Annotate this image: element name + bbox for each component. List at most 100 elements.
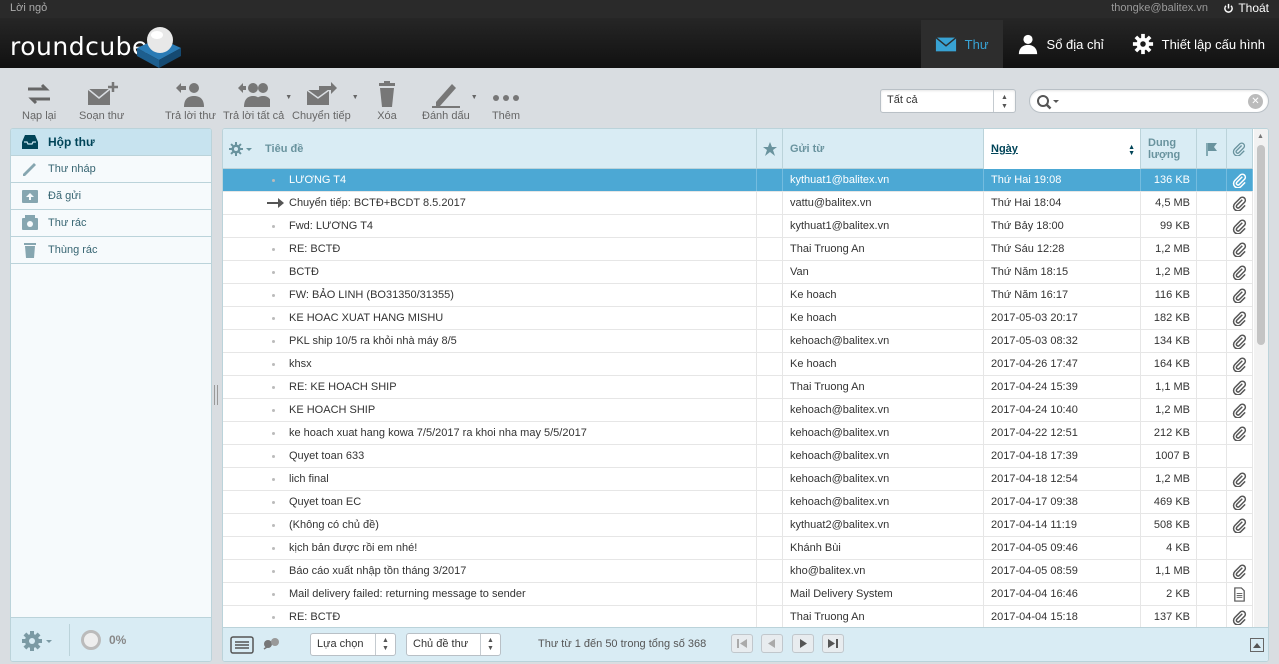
select-menu[interactable]: Lựa chọn ▲ ▼ <box>310 633 396 656</box>
message-subject[interactable]: Chuyển tiếp: BCTĐ+BCDT 8.5.2017 <box>223 192 757 214</box>
last-page-button[interactable] <box>822 634 844 653</box>
message-flag-cell[interactable] <box>757 192 783 214</box>
table-row[interactable]: Báo cáo xuất nhập tồn tháng 3/2017 kho@ba… <box>223 560 1253 583</box>
message-flag-status[interactable] <box>1197 169 1227 191</box>
folder-junk[interactable]: Thư rác <box>11 210 211 237</box>
message-flag-status[interactable] <box>1197 537 1227 559</box>
message-flag-cell[interactable] <box>757 307 783 329</box>
list-view-icon[interactable] <box>230 636 254 654</box>
message-flag-status[interactable] <box>1197 307 1227 329</box>
column-flag[interactable] <box>1197 129 1227 169</box>
message-subject[interactable]: PKL ship 10/5 ra khỏi nhà máy 8/5 <box>223 330 757 352</box>
message-subject[interactable]: Mail delivery failed: returning message … <box>223 583 757 605</box>
compose-button[interactable]: Soạn thư <box>79 80 124 122</box>
column-attachment[interactable] <box>1227 129 1253 169</box>
table-row[interactable]: RE: BCTĐ Thai Truong An Thứ Sáu 12:28 1,2 M… <box>223 238 1253 261</box>
message-flag-status[interactable] <box>1197 238 1227 260</box>
message-subject[interactable]: Fwd: LƯƠNG T4 <box>223 215 757 237</box>
message-flag-status[interactable] <box>1197 284 1227 306</box>
message-flag-status[interactable] <box>1197 399 1227 421</box>
message-subject[interactable]: KE HOAC XUAT HANG MISHU <box>223 307 757 329</box>
table-row[interactable]: RE: KE HOACH SHIP Thai Truong An 2017-04-2… <box>223 376 1253 399</box>
scroll-up-icon[interactable]: ▲ <box>1257 133 1264 140</box>
message-flag-cell[interactable] <box>757 583 783 605</box>
clear-search-icon[interactable]: ✕ <box>1248 94 1263 109</box>
message-flag-cell[interactable] <box>757 169 783 191</box>
message-flag-cell[interactable] <box>757 376 783 398</box>
column-subject[interactable]: Tiêu đề <box>223 129 757 169</box>
message-flag-status[interactable] <box>1197 491 1227 513</box>
table-row[interactable]: BCTĐ Van Thứ Năm 18:15 1,2 MB <box>223 261 1253 284</box>
message-subject[interactable]: RE: BCTĐ <box>223 606 757 628</box>
message-subject[interactable]: kịch bản được rồi em nhé! <box>223 537 757 559</box>
message-flag-cell[interactable] <box>757 353 783 375</box>
logout-button[interactable]: Thoát <box>1223 1 1269 15</box>
message-flag-status[interactable] <box>1197 261 1227 283</box>
filter-select[interactable]: Tất cả ▲ ▼ <box>880 89 1016 113</box>
message-flag-cell[interactable] <box>757 238 783 260</box>
table-row[interactable]: Quyet toan 633 kehoach@balitex.vn 2017-04-… <box>223 445 1253 468</box>
mark-button[interactable]: Đánh dấu ▼ <box>422 80 478 122</box>
message-flag-cell[interactable] <box>757 399 783 421</box>
table-row[interactable]: Quyet toan EC kehoach@balitex.vn 2017-04-1… <box>223 491 1253 514</box>
first-page-button[interactable] <box>731 634 753 653</box>
message-flag-status[interactable] <box>1197 445 1227 467</box>
table-row[interactable]: FW: BẢO LINH (BO31350/31355) Ke hoach Thứ … <box>223 284 1253 307</box>
table-row[interactable]: lich final kehoach@balitex.vn 2017-04-18 1… <box>223 468 1253 491</box>
message-flag-status[interactable] <box>1197 514 1227 536</box>
table-row[interactable]: Mail delivery failed: returning message … <box>223 583 1253 606</box>
about-link[interactable]: Lời ngỏ <box>10 2 47 14</box>
threads-menu[interactable]: Chủ đề thư ▲ ▼ <box>406 633 501 656</box>
message-flag-cell[interactable] <box>757 445 783 467</box>
task-settings[interactable]: Thiết lập cấu hình <box>1118 20 1279 68</box>
message-subject[interactable]: (Không có chủ đề) <box>223 514 757 536</box>
more-button[interactable]: Thêm <box>490 80 522 122</box>
search-icon[interactable] <box>1036 94 1060 110</box>
message-subject[interactable]: FW: BẢO LINH (BO31350/31355) <box>223 284 757 306</box>
list-scrollbar[interactable]: ▲ <box>1254 129 1268 629</box>
message-subject[interactable]: RE: KE HOACH SHIP <box>223 376 757 398</box>
folder-inbox[interactable]: Hộp thư <box>11 129 211 156</box>
column-date[interactable]: Ngày ▲ ▼ <box>984 129 1141 169</box>
folder-sent[interactable]: Đã gửi <box>11 183 211 210</box>
table-row[interactable]: ke hoach xuat hang kowa 7/5/2017 ra khoi… <box>223 422 1253 445</box>
message-flag-cell[interactable] <box>757 606 783 628</box>
table-row[interactable]: LƯƠNG T4 kythuat1@balitex.vn Thứ Hai 19:08… <box>223 169 1253 192</box>
message-flag-cell[interactable] <box>757 560 783 582</box>
message-subject[interactable]: Quyet toan 633 <box>223 445 757 467</box>
forward-dropdown-icon[interactable]: ▼ <box>352 94 359 101</box>
folder-settings-icon[interactable] <box>21 630 55 652</box>
folder-drafts[interactable]: Thư nháp <box>11 156 211 183</box>
message-subject[interactable]: BCTĐ <box>223 261 757 283</box>
previous-page-button[interactable] <box>761 634 783 653</box>
refresh-button[interactable]: Nạp lại <box>22 80 56 122</box>
threads-icon[interactable] <box>262 636 282 652</box>
message-flag-cell[interactable] <box>757 468 783 490</box>
column-flagged[interactable] <box>757 129 783 169</box>
message-subject[interactable]: lich final <box>223 468 757 490</box>
next-page-button[interactable] <box>792 634 814 653</box>
pane-splitter[interactable] <box>214 385 218 405</box>
message-flag-status[interactable] <box>1197 422 1227 444</box>
table-row[interactable]: KE HOAC XUAT HANG MISHU Ke hoach 2017-05-0… <box>223 307 1253 330</box>
message-subject[interactable]: KE HOACH SHIP <box>223 399 757 421</box>
message-flag-status[interactable] <box>1197 215 1227 237</box>
message-flag-status[interactable] <box>1197 376 1227 398</box>
message-flag-cell[interactable] <box>757 284 783 306</box>
message-flag-status[interactable] <box>1197 560 1227 582</box>
message-flag-status[interactable] <box>1197 330 1227 352</box>
table-row[interactable]: KE HOACH SHIP kehoach@balitex.vn 2017-04-2… <box>223 399 1253 422</box>
scrollbar-thumb[interactable] <box>1257 145 1265 345</box>
message-flag-cell[interactable] <box>757 491 783 513</box>
message-subject[interactable]: LƯƠNG T4 <box>223 169 757 191</box>
message-subject[interactable]: Quyet toan EC <box>223 491 757 513</box>
forward-button[interactable]: Chuyển tiếp ▼ <box>292 80 359 122</box>
table-row[interactable]: Chuyển tiếp: BCTĐ+BCDT 8.5.2017 vattu@bal… <box>223 192 1253 215</box>
task-mail[interactable]: Thư <box>920 20 1003 68</box>
search-input[interactable] <box>1064 93 1244 109</box>
reply-button[interactable]: Trả lời thư <box>165 80 216 122</box>
delete-button[interactable]: Xóa <box>371 80 403 122</box>
message-flag-cell[interactable] <box>757 261 783 283</box>
message-subject[interactable]: ke hoach xuat hang kowa 7/5/2017 ra khoi… <box>223 422 757 444</box>
message-flag-cell[interactable] <box>757 422 783 444</box>
